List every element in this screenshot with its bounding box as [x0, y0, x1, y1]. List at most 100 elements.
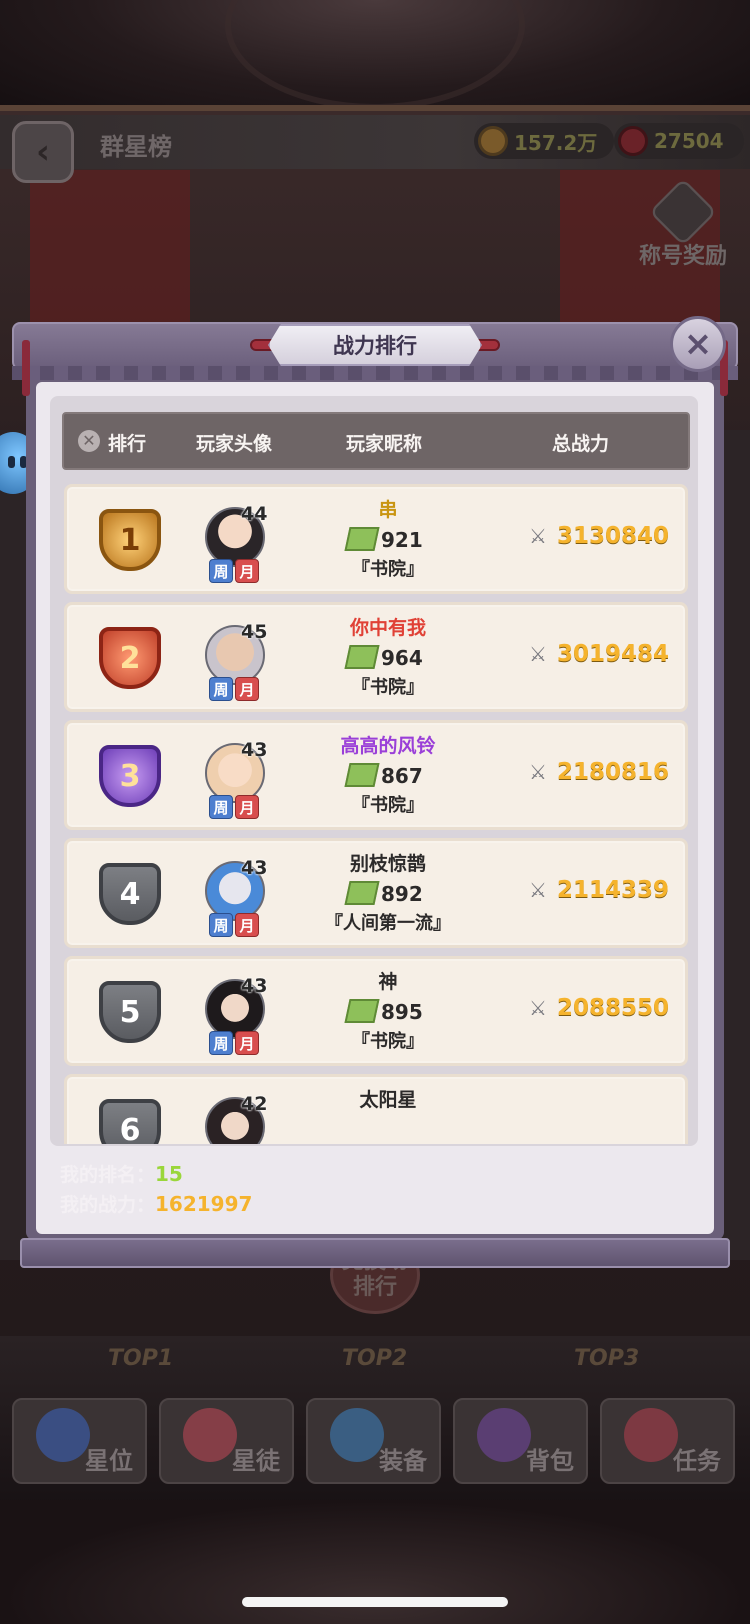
player-avatar[interactable]: 43 周 月	[205, 739, 269, 823]
ranking-row[interactable]: 3 43 周 月 高高的风铃 867 『书院』 ⚔ 2180816	[64, 720, 688, 830]
month-tag: 月	[235, 795, 259, 819]
rank-number: 2	[99, 627, 161, 689]
stage-cube-icon	[344, 999, 380, 1023]
player-avatar[interactable]: 42	[205, 1093, 269, 1144]
ranking-row[interactable]: 5 43 周 月 神 895 『书院』 ⚔ 2088550	[64, 956, 688, 1066]
rank-number: 1	[99, 509, 161, 571]
player-level: 42	[241, 1093, 268, 1115]
rank-badge-red: 2	[91, 623, 169, 693]
player-avatar[interactable]: 45 周 月	[205, 621, 269, 705]
rank-badge-silver: 6	[91, 1095, 169, 1144]
week-tag: 周	[209, 795, 233, 819]
stage-count: 867	[344, 761, 437, 791]
stage-cube-icon	[344, 881, 380, 905]
ranking-row[interactable]: 6 42 太阳星	[64, 1074, 688, 1144]
stage-count: 892	[344, 879, 437, 909]
guild-name: 『人间第一流』	[325, 913, 451, 934]
guild-name: 『书院』	[352, 795, 424, 816]
month-tag: 月	[235, 913, 259, 937]
stage-count: 921	[344, 525, 437, 555]
modal-title-plate: 战力排行	[268, 324, 482, 366]
player-avatar[interactable]: 43 周 月	[205, 857, 269, 941]
crossed-swords-icon: ⚔	[529, 524, 547, 548]
player-level: 43	[241, 857, 268, 879]
my-rank-value: 15	[155, 1162, 183, 1186]
column-rank: 排行	[108, 433, 147, 455]
week-tag: 周	[209, 559, 233, 583]
stage-count: 964	[344, 643, 437, 673]
player-level: 44	[241, 503, 268, 525]
player-name: 太阳星	[359, 1089, 417, 1111]
modal-footer-trim	[20, 1238, 730, 1268]
stage-cube-icon	[344, 527, 380, 551]
rank-number: 6	[99, 1099, 161, 1144]
ranking-rows[interactable]: 1 44 周 月 串 921 『书院』 ⚔ 3130840 2 45 周 月 你…	[64, 484, 688, 1144]
week-tag: 周	[209, 677, 233, 701]
total-power: ⚔ 2180816	[529, 757, 688, 791]
power-value: 2114339	[557, 877, 670, 903]
player-name: 串	[378, 499, 398, 521]
stage-cube-icon	[344, 645, 380, 669]
stage-value: 867	[381, 764, 423, 788]
rank-badge-purple: 3	[91, 741, 169, 811]
player-level: 43	[241, 739, 268, 761]
power-value: 2088550	[557, 995, 670, 1021]
guild-name: 『书院』	[352, 559, 424, 580]
player-level: 43	[241, 975, 268, 997]
power-ranking-modal: 战力排行 × ✕ 排行 玩家头像 玩家昵称 总战力 1 44 周 月 串 921…	[0, 0, 750, 1624]
my-rank-label: 我的排名：	[60, 1164, 156, 1186]
stage-value: 892	[381, 882, 423, 906]
power-value: 2180816	[557, 759, 670, 785]
rank-number: 3	[99, 745, 161, 807]
total-power: ⚔ 2114339	[529, 875, 688, 909]
player-name: 高高的风铃	[340, 735, 436, 757]
rank-number: 5	[99, 981, 161, 1043]
player-name: 别枝惊鹊	[349, 853, 426, 875]
month-tag: 月	[235, 1031, 259, 1055]
rank-badge-silver: 5	[91, 977, 169, 1047]
column-nickname: 玩家昵称	[346, 433, 423, 455]
column-avatar: 玩家头像	[196, 433, 273, 455]
my-power-label: 我的战力：	[60, 1194, 156, 1216]
my-rank-line: 我的排名：15	[60, 1160, 460, 1190]
my-power-line: 我的战力：1621997	[60, 1190, 460, 1220]
stage-value: 921	[381, 528, 423, 552]
total-power: ⚔ 3019484	[529, 639, 688, 673]
stage-value: 964	[381, 646, 423, 670]
rank-badge-gold: 1	[91, 505, 169, 575]
player-name: 神	[378, 971, 398, 993]
total-power: ⚔ 3130840	[529, 521, 688, 555]
week-tag: 周	[209, 913, 233, 937]
rank-number: 4	[99, 863, 161, 925]
player-avatar[interactable]: 43 周 月	[205, 975, 269, 1059]
my-power-value: 1621997	[155, 1192, 253, 1216]
ranking-row[interactable]: 4 43 周 月 别枝惊鹊 892 『人间第一流』 ⚔ 2114339	[64, 838, 688, 948]
stage-value: 895	[381, 1000, 423, 1024]
modal-title: 战力排行	[333, 334, 417, 358]
modal-header-trim	[12, 366, 738, 380]
crossed-swords-icon: ⚔	[529, 760, 547, 784]
stage-cube-icon	[344, 763, 380, 787]
close-button[interactable]: ×	[670, 316, 726, 372]
my-ranking-summary: 我的排名：15 我的战力：1621997	[60, 1160, 460, 1220]
scroll-rod-left	[22, 340, 30, 396]
crossed-swords-icon: ⚔	[529, 642, 547, 666]
player-avatar[interactable]: 44 周 月	[205, 503, 269, 587]
crossed-swords-icon: ⚔	[529, 878, 547, 902]
week-tag: 周	[209, 1031, 233, 1055]
player-name: 你中有我	[349, 617, 426, 639]
rank-sort-icon: ✕	[78, 430, 100, 452]
total-power: ⚔ 2088550	[529, 993, 688, 1027]
rank-badge-silver: 4	[91, 859, 169, 929]
stage-count: 895	[344, 997, 437, 1027]
guild-name: 『书院』	[352, 1031, 424, 1052]
ranking-row[interactable]: 2 45 周 月 你中有我 964 『书院』 ⚔ 3019484	[64, 602, 688, 712]
ranking-row[interactable]: 1 44 周 月 串 921 『书院』 ⚔ 3130840	[64, 484, 688, 594]
table-header: ✕ 排行 玩家头像 玩家昵称 总战力	[62, 412, 690, 470]
month-tag: 月	[235, 559, 259, 583]
player-level: 45	[241, 621, 268, 643]
month-tag: 月	[235, 677, 259, 701]
power-value: 3130840	[557, 523, 670, 549]
power-value: 3019484	[557, 641, 670, 667]
close-icon: ×	[683, 324, 713, 364]
